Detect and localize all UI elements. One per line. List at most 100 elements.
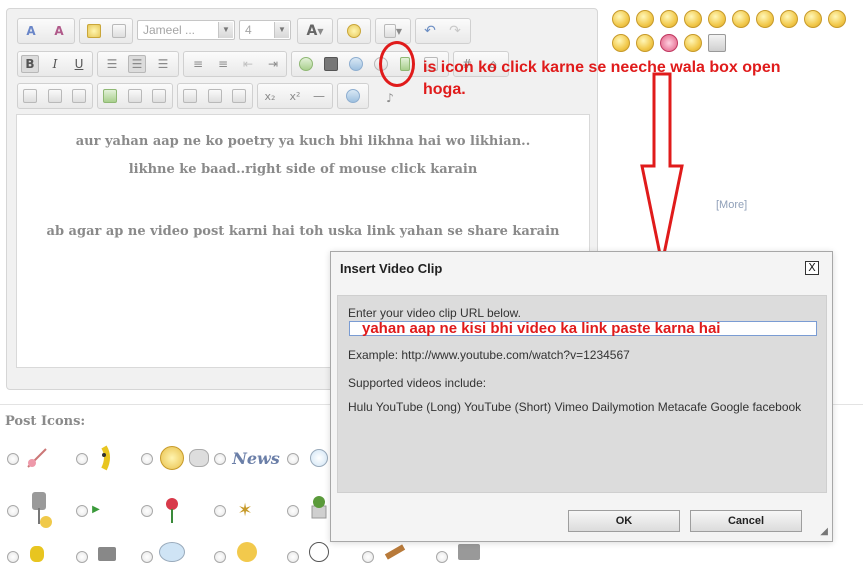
post-icon-radio[interactable] xyxy=(141,551,153,563)
smilie-icon[interactable] xyxy=(612,34,630,52)
superscript-button[interactable]: x² xyxy=(286,87,304,105)
insert-video-dialog: Insert Video Clip X Enter your video cli… xyxy=(330,251,833,542)
insert-row-icon[interactable] xyxy=(101,87,119,105)
unordered-list-icon[interactable]: ≡ xyxy=(214,55,232,73)
ok-button[interactable]: OK xyxy=(568,510,680,532)
split-cells-icon[interactable] xyxy=(206,87,224,105)
font-family-select[interactable]: Jameel ... ▼ xyxy=(137,20,235,40)
banana-peel-icon xyxy=(22,539,52,569)
post-icon-radio[interactable] xyxy=(287,551,299,563)
align-center-icon[interactable]: ☰ xyxy=(128,55,146,73)
toolbar-group-special xyxy=(337,83,369,109)
smilie-icon[interactable] xyxy=(708,10,726,28)
post-icons-label: Post Icons: xyxy=(5,414,86,429)
star-character-icon: ✶ xyxy=(237,499,253,520)
post-icon-radio[interactable] xyxy=(362,551,374,563)
post-icon-radio[interactable] xyxy=(287,453,299,465)
smilie-icon[interactable] xyxy=(756,10,774,28)
undo-icon[interactable]: ↶ xyxy=(421,22,439,40)
smilie-icon[interactable] xyxy=(828,10,846,28)
toolbar-group-smilie xyxy=(337,18,371,44)
italic-button[interactable]: I xyxy=(46,55,64,73)
guitar-icon xyxy=(22,443,52,473)
outdent-icon[interactable]: ⇤ xyxy=(239,55,257,73)
post-icon-radio[interactable] xyxy=(214,453,226,465)
text-color-button[interactable]: A ▼ xyxy=(301,22,329,40)
rose-icon[interactable] xyxy=(660,34,678,52)
sign-icon[interactable] xyxy=(708,34,726,52)
smilie-icon[interactable] xyxy=(780,10,798,28)
toolbar-group-clipboard xyxy=(79,18,133,44)
smilie-icon[interactable] xyxy=(636,10,654,28)
table-delete-icon[interactable] xyxy=(70,87,88,105)
close-icon[interactable]: X xyxy=(805,261,819,275)
supported-list: Hulu YouTube (Long) YouTube (Short) Vime… xyxy=(348,400,802,414)
post-icon-radio[interactable] xyxy=(76,453,88,465)
smilie-icon[interactable] xyxy=(636,34,654,52)
smilie-icon[interactable] xyxy=(804,10,822,28)
video-url-input[interactable]: yahan aap ne kisi bhi video ka link past… xyxy=(349,321,817,336)
font-family-value: Jameel ... xyxy=(143,23,196,37)
email-icon[interactable] xyxy=(347,55,365,73)
table-icon[interactable] xyxy=(21,87,39,105)
ordered-list-icon[interactable]: ≡ xyxy=(189,55,207,73)
redo-icon[interactable]: ↷ xyxy=(446,22,464,40)
smilie-icon[interactable] xyxy=(732,10,750,28)
paste-icon[interactable] xyxy=(85,22,103,40)
font-size-select[interactable]: 4 ▼ xyxy=(239,20,291,40)
post-icon-radio[interactable] xyxy=(76,505,88,517)
delete-row-icon[interactable] xyxy=(150,87,168,105)
toolbar-group-cols xyxy=(177,83,253,109)
paste-text-icon[interactable] xyxy=(110,22,128,40)
post-icon-radio[interactable] xyxy=(76,551,88,563)
chevron-down-icon: ▼ xyxy=(218,22,233,38)
strikethrough-icon[interactable]: — xyxy=(310,87,328,105)
smilie-icon[interactable] xyxy=(684,10,702,28)
cancel-button[interactable]: Cancel xyxy=(690,510,802,532)
smilie-icon[interactable] xyxy=(345,22,363,40)
merge-cells-icon[interactable] xyxy=(181,87,199,105)
dog-icon xyxy=(184,443,214,473)
toolbar-group-format: A A xyxy=(17,18,75,44)
box-icon xyxy=(92,539,122,569)
align-left-icon[interactable]: ☰ xyxy=(103,55,121,73)
bold-button[interactable]: B xyxy=(21,55,39,73)
toolbar-group-align: ☰ ☰ ☰ xyxy=(97,51,179,77)
table-props-icon[interactable] xyxy=(46,87,64,105)
content-line-2: likhne ke baad..right side of mouse clic… xyxy=(128,162,478,177)
remove-format-icon[interactable]: A xyxy=(22,22,40,40)
resize-handle-icon[interactable]: ◢ xyxy=(820,526,828,537)
insert-col-icon[interactable] xyxy=(126,87,144,105)
post-icon-radio[interactable] xyxy=(141,505,153,517)
post-icon-radio[interactable] xyxy=(7,551,19,563)
delete-col-icon[interactable] xyxy=(230,87,248,105)
more-smilies-link[interactable]: [More] xyxy=(716,199,747,211)
link-icon[interactable] xyxy=(297,55,315,73)
post-icon-radio[interactable] xyxy=(141,453,153,465)
attachment-button[interactable]: ▼ xyxy=(379,22,407,40)
post-icon-radio[interactable] xyxy=(436,551,448,563)
content-line-3: ab agar ap ne video post karni hai toh u… xyxy=(46,224,560,239)
subscript-button[interactable]: x₂ xyxy=(261,87,279,105)
post-icon-radio[interactable] xyxy=(214,551,226,563)
underline-button[interactable]: U xyxy=(70,55,88,73)
post-icon-radio[interactable] xyxy=(7,505,19,517)
align-right-icon[interactable]: ☰ xyxy=(154,55,172,73)
post-icon-radio[interactable] xyxy=(214,505,226,517)
toggle-source-icon[interactable]: ♪ xyxy=(381,89,399,107)
text-style-icon[interactable]: A xyxy=(50,22,68,40)
sun-character-icon xyxy=(232,537,262,567)
smilie-icon[interactable] xyxy=(684,34,702,52)
indent-icon[interactable]: ⇥ xyxy=(264,55,282,73)
smilie-icon[interactable] xyxy=(660,10,678,28)
special-char-icon[interactable] xyxy=(344,87,362,105)
font-size-value: 4 xyxy=(245,23,252,37)
post-icon-radio[interactable] xyxy=(287,505,299,517)
dialog-body: Enter your video clip URL below. yahan a… xyxy=(337,295,827,493)
subscript-icon: x₂ xyxy=(264,89,276,103)
post-icon-radio[interactable] xyxy=(7,453,19,465)
bold-icon: B xyxy=(25,57,35,71)
superscript-icon: x² xyxy=(289,89,301,103)
image-icon[interactable] xyxy=(322,55,340,73)
smilie-icon[interactable] xyxy=(612,10,630,28)
